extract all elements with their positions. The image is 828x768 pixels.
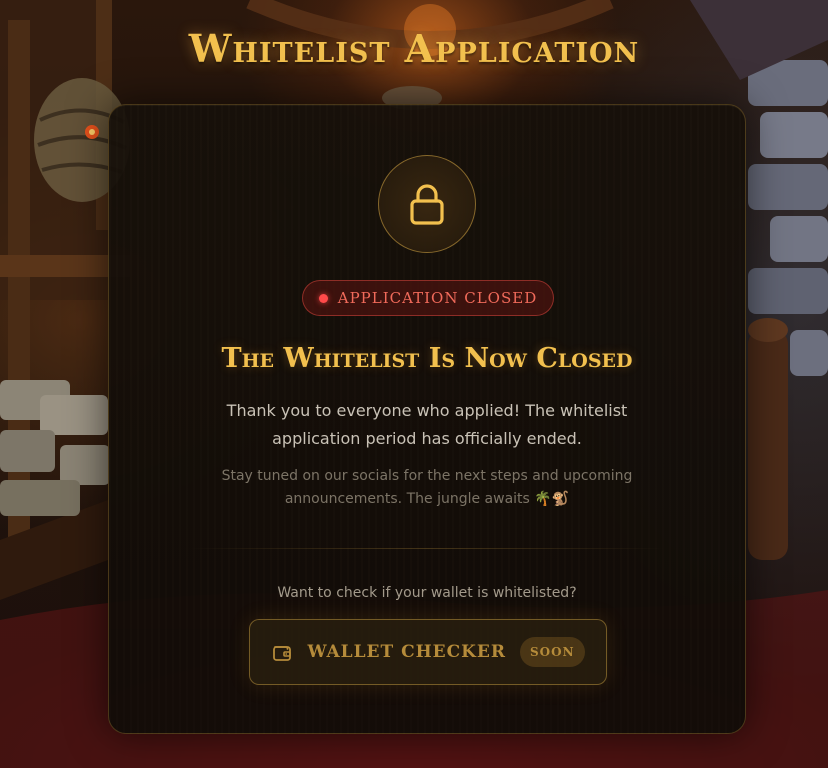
closed-heading: The Whitelist Is Now Closed <box>221 343 633 374</box>
soon-badge: SOON <box>520 637 585 667</box>
whitelist-status-card: APPLICATION CLOSED The Whitelist Is Now … <box>108 104 746 734</box>
wallet-checker-button[interactable]: WALLET CHECKER SOON <box>249 619 607 685</box>
wallet-check-prompt: Want to check if your wallet is whitelis… <box>277 585 577 601</box>
divider <box>189 548 665 549</box>
thank-you-message: Thank you to everyone who applied! The w… <box>226 401 628 448</box>
app-window: Whitelist Application APPLICATION CLOSED… <box>0 0 828 768</box>
wallet-icon <box>273 646 292 661</box>
status-badge-label: APPLICATION CLOSED <box>337 289 538 307</box>
lock-icon <box>378 155 476 253</box>
stone-wall-left <box>0 380 110 516</box>
wallet-checker-label: WALLET CHECKER <box>307 642 507 662</box>
stay-tuned-note: Stay tuned on our socials for the next s… <box>221 468 633 507</box>
status-badge: APPLICATION CLOSED <box>302 280 554 316</box>
status-dot-icon <box>318 293 328 303</box>
lock-icon-graphic <box>410 184 444 225</box>
wooden-post-right <box>748 318 788 560</box>
page-title: Whitelist Application <box>188 26 640 71</box>
